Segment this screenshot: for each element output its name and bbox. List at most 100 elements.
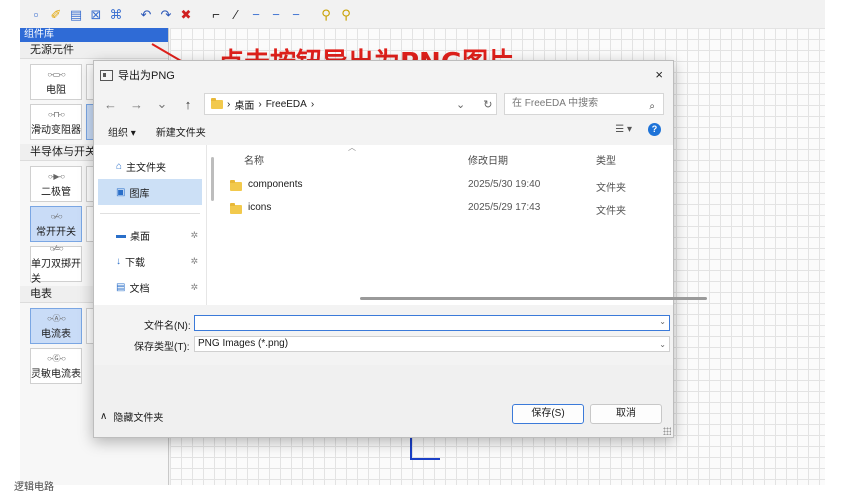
- nav-item-icon: ⌂: [116, 160, 123, 172]
- export-icon[interactable]: ⊠: [88, 6, 104, 22]
- folder-icon: [211, 97, 223, 109]
- component-tile[interactable]: ○-▶-○ 二极管: [30, 166, 82, 202]
- new-icon[interactable]: ▫: [28, 6, 44, 22]
- component-tile[interactable]: ○-∕-○ 常开开关: [30, 206, 82, 242]
- circuit-wire[interactable]: [410, 436, 440, 460]
- nav-item-icon: ↓: [116, 255, 121, 267]
- command-bar: 组织 ▾ 新建文件夹 ☰ ▾ ?: [94, 119, 673, 143]
- navigation-pane: ⌂ 主文件夹 ▣ 图库 ▬ 桌面 ✲ ↓ 下载 ✲ ▤ 文档 ✲: [94, 145, 207, 305]
- dash-line-2-icon[interactable]: −: [268, 6, 284, 22]
- dash-line-icon[interactable]: −: [248, 6, 264, 22]
- nav-bar: ← → ⌄ ↑ › 桌面 › FreeEDA › ⌄ ↻ 在 FreeEDA 中…: [94, 89, 673, 119]
- component-symbol-icon: ○-▭-○: [47, 69, 66, 79]
- nav-item[interactable]: ↓ 下载 ✲: [94, 248, 206, 274]
- filename-input[interactable]: ⌄: [194, 315, 670, 331]
- back-arrow-icon[interactable]: ←: [104, 97, 117, 112]
- diagonal-line-icon[interactable]: ⁄: [228, 6, 244, 22]
- file-list-scrollbar[interactable]: [360, 297, 707, 300]
- dialog-title: 导出为PNG: [118, 70, 175, 82]
- redo-icon[interactable]: ↷: [158, 6, 174, 22]
- undo-icon[interactable]: ↶: [138, 6, 154, 22]
- pin-icon[interactable]: ✲: [190, 230, 198, 241]
- pin-icon[interactable]: ✲: [190, 282, 198, 293]
- column-type[interactable]: 类型: [596, 152, 616, 167]
- component-tile[interactable]: ○-Ⓖ-○ 灵敏电流表: [30, 348, 82, 384]
- address-bar[interactable]: › 桌面 › FreeEDA ›: [204, 93, 497, 115]
- file-name: components: [248, 179, 303, 190]
- dialog-footer: ∧ 隐藏文件夹 保存(S) 取消: [94, 365, 673, 437]
- filename-label: 文件名(N):: [144, 321, 191, 332]
- file-modified: 2025/5/29 17:43: [468, 202, 541, 213]
- filetype-value: PNG Images (*.png): [198, 338, 289, 349]
- search-placeholder: 在 FreeEDA 中搜索: [512, 98, 599, 109]
- new-folder-button[interactable]: 新建文件夹: [156, 124, 206, 139]
- organize-button[interactable]: 组织 ▾: [108, 124, 136, 139]
- forward-arrow-icon[interactable]: →: [130, 97, 143, 112]
- file-type: 文件夹: [596, 183, 626, 194]
- refresh-icon[interactable]: ↻: [483, 98, 492, 111]
- component-symbol-icon: ○-⁄=○: [49, 244, 63, 253]
- component-tile[interactable]: ○-Ⓐ-○ 电流表: [30, 308, 82, 344]
- file-modified: 2025/5/30 19:40: [468, 179, 541, 190]
- component-tile[interactable]: ○-▭-○ 电阻: [30, 64, 82, 100]
- column-name[interactable]: 名称: [244, 152, 264, 167]
- filetype-dropdown-icon[interactable]: ⌄: [659, 338, 666, 352]
- save-icon[interactable]: ▤: [68, 6, 84, 22]
- window-icon: [100, 69, 113, 81]
- orthogonal-line-icon[interactable]: ⌐: [208, 6, 224, 22]
- nav-divider: [100, 213, 200, 214]
- search-box[interactable]: 在 FreeEDA 中搜索 ⌕: [504, 93, 664, 115]
- nav-item[interactable]: ▣ 图库: [98, 179, 202, 205]
- nav-item-label: 桌面: [130, 231, 150, 243]
- dash-line-3-icon[interactable]: −: [288, 6, 304, 22]
- zoom-out-icon[interactable]: ⚲: [338, 6, 354, 22]
- component-tile[interactable]: ○-⊓-○ 滑动变阻器: [30, 104, 82, 140]
- component-label: 电流表: [41, 328, 71, 340]
- pin-icon[interactable]: ✲: [190, 256, 198, 267]
- file-type: 文件夹: [596, 206, 626, 217]
- component-symbol-icon: ○-Ⓐ-○: [47, 313, 66, 323]
- file-name: icons: [248, 202, 272, 213]
- file-list: 名称 ︿ 修改日期 类型 components 2025/5/30 19:40 文件…: [220, 143, 707, 305]
- breadcrumb-sep: ›: [310, 98, 315, 110]
- nav-item[interactable]: ▤ 文档 ✲: [94, 274, 206, 300]
- section-title-logic: 逻辑电路: [14, 482, 54, 493]
- nav-item-icon: ▣: [116, 186, 126, 198]
- delete-icon[interactable]: ✖: [178, 6, 194, 22]
- cancel-button[interactable]: 取消: [590, 404, 662, 424]
- up-arrow-icon[interactable]: ↑: [182, 97, 194, 112]
- hide-folders-label: 隐藏文件夹: [113, 413, 164, 424]
- nav-item-label: 主文件夹: [126, 162, 167, 174]
- component-tile[interactable]: ○-⁄=○ 单刀双掷开关: [30, 244, 82, 285]
- nav-item[interactable]: ▬ 桌面 ✲: [94, 222, 206, 248]
- breadcrumb-desktop[interactable]: 桌面: [234, 97, 254, 112]
- filetype-label: 保存类型(T):: [134, 342, 190, 353]
- help-icon[interactable]: ?: [648, 123, 661, 136]
- hide-folders-toggle[interactable]: ∧ 隐藏文件夹: [100, 409, 163, 424]
- file-row[interactable]: icons 2025/5/29 17:43 文件夹: [220, 198, 673, 220]
- zoom-in-icon[interactable]: ⚲: [318, 6, 334, 22]
- nav-item-label: 下载: [125, 257, 145, 269]
- filetype-select[interactable]: PNG Images (*.png) ⌄: [194, 336, 670, 352]
- column-modified[interactable]: 修改日期: [468, 152, 508, 167]
- view-options-button[interactable]: ☰ ▾: [615, 124, 632, 135]
- file-row[interactable]: components 2025/5/30 19:40 文件夹: [220, 175, 673, 197]
- breadcrumb-sep: ›: [258, 98, 262, 110]
- fit-icon[interactable]: ⌘: [108, 6, 124, 22]
- nav-item[interactable]: ⌂ 主文件夹: [94, 153, 206, 179]
- save-button[interactable]: 保存(S): [512, 404, 584, 424]
- pencil-icon[interactable]: ✐: [48, 6, 64, 22]
- resize-grip[interactable]: [663, 427, 671, 435]
- nav-item-icon: ▤: [116, 281, 126, 293]
- breadcrumb-freeeda[interactable]: FreeEDA: [266, 99, 307, 110]
- recent-dropdown-icon[interactable]: ⌄: [156, 96, 168, 112]
- close-button[interactable]: ×: [655, 67, 663, 82]
- component-label: 单刀双掷开关: [31, 259, 81, 285]
- component-symbol-icon: ○-Ⓖ-○: [47, 353, 66, 363]
- address-dropdown-icon[interactable]: ⌄: [456, 98, 465, 111]
- nav-item-label: 文档: [129, 283, 150, 295]
- search-icon: ⌕: [649, 101, 655, 112]
- nav-scrollbar[interactable]: [211, 157, 214, 201]
- filename-dropdown-icon[interactable]: ⌄: [659, 317, 666, 326]
- section-title[interactable]: 无源元件: [20, 42, 168, 59]
